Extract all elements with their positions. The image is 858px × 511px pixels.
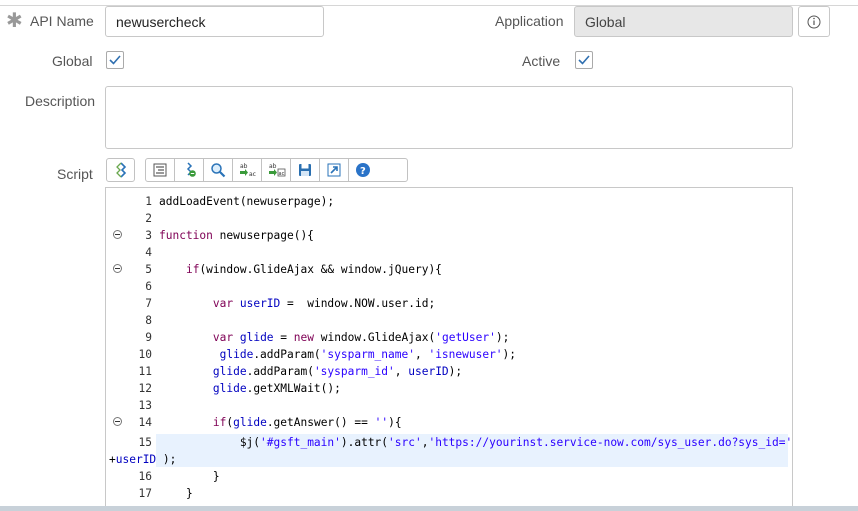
- line-number: 14: [138, 416, 152, 429]
- format-code-icon: [153, 163, 167, 177]
- replace-all-icon: ab ac: [269, 163, 286, 177]
- line-number: 6: [145, 280, 152, 293]
- fold-toggle-icon[interactable]: [113, 417, 122, 426]
- script-label: Script: [57, 166, 93, 182]
- application-field: Global: [574, 6, 793, 37]
- toggle-syntax-button[interactable]: [106, 158, 135, 182]
- code-line[interactable]: 4: [106, 244, 792, 261]
- svg-text:?: ?: [360, 166, 366, 177]
- help-icon: ?: [356, 163, 370, 177]
- line-number: 16: [138, 470, 152, 483]
- replace-icon: ab ac: [240, 163, 256, 178]
- replace-all-button[interactable]: ab ac: [262, 159, 291, 181]
- description-textarea[interactable]: [105, 86, 793, 149]
- code-text: }: [159, 487, 193, 500]
- line-number: 17: [138, 487, 152, 500]
- line-number: 10: [138, 348, 152, 361]
- comment-toggle-icon: [186, 162, 196, 177]
- code-line[interactable]: 1 addLoadEvent(newuserpage);: [106, 193, 792, 210]
- fold-toggle-icon[interactable]: [113, 264, 122, 273]
- code-line[interactable]: 9 var glide = new window.GlideAjax('getU…: [106, 329, 792, 346]
- line-number: 8: [145, 314, 152, 327]
- replace-button[interactable]: ab ac: [233, 159, 262, 181]
- script-editor[interactable]: 1 addLoadEvent(newuserpage); 2 3 function ne…: [105, 187, 793, 511]
- line-number: 11: [138, 365, 152, 378]
- svg-text:ab: ab: [240, 163, 248, 170]
- code-text: $j('#gsft_main').attr('src','https://you…: [159, 436, 793, 449]
- code-line[interactable]: 5 if(window.GlideAjax && window.jQuery){: [106, 261, 792, 278]
- script-toolbar: ab ac ab ac ?: [145, 158, 408, 182]
- svg-text:ab: ab: [269, 163, 277, 170]
- code-line[interactable]: +userID );: [106, 451, 792, 468]
- api-name-input[interactable]: newusercheck: [105, 6, 324, 37]
- code-text: }: [159, 470, 220, 483]
- global-label: Global: [52, 53, 93, 69]
- fullscreen-button[interactable]: [320, 159, 349, 181]
- help-button[interactable]: ?: [349, 159, 378, 181]
- code-line[interactable]: 11 glide.addParam('sysparm_id', userID);: [106, 363, 792, 380]
- code-text: if(glide.getAnswer() == ''){: [212, 416, 402, 429]
- code-text: var userID = window.NOW.user.id;: [212, 297, 436, 310]
- line-number: 5: [145, 263, 152, 276]
- line-number: 1: [145, 195, 152, 208]
- line-number: 3: [145, 229, 152, 242]
- code-line[interactable]: 2: [106, 210, 792, 227]
- code-line[interactable]: 17 }: [106, 485, 792, 502]
- application-label: Application: [495, 13, 564, 29]
- save-icon: [299, 164, 311, 176]
- description-label: Description: [25, 93, 96, 109]
- search-button[interactable]: [204, 159, 233, 181]
- line-number: 7: [145, 297, 152, 310]
- required-indicator-icon: ✱: [6, 10, 23, 32]
- checkmark-icon: [109, 55, 121, 65]
- checkmark-icon: [578, 55, 590, 65]
- code-line[interactable]: 3 function newuserpage(){: [106, 227, 792, 244]
- active-checkbox[interactable]: [575, 51, 593, 69]
- code-line[interactable]: 12 glide.getXMLWait();: [106, 380, 792, 397]
- code-line[interactable]: 15 $j('#gsft_main').attr('src','https://…: [106, 434, 792, 451]
- line-number: 4: [145, 246, 152, 259]
- fullscreen-icon: [327, 163, 341, 177]
- code-line[interactable]: 13: [106, 397, 792, 414]
- code-line[interactable]: 8: [106, 312, 792, 329]
- code-line[interactable]: 7 var userID = window.NOW.user.id;: [106, 295, 792, 312]
- line-number: 9: [145, 331, 152, 344]
- code-text: glide.addParam('sysparm_id', userID);: [212, 365, 463, 378]
- svg-text:ac: ac: [249, 171, 256, 178]
- code-line[interactable]: 10 glide.addParam('sysparm_name', 'isnew…: [106, 346, 792, 363]
- code-line[interactable]: 14 if(glide.getAnswer() == ''){: [106, 414, 792, 431]
- code-text: var glide = new window.GlideAjax('getUse…: [212, 331, 510, 344]
- format-code-button[interactable]: [146, 159, 175, 181]
- code-text: addLoadEvent(newuserpage);: [159, 195, 335, 208]
- api-name-label: API Name: [30, 13, 94, 29]
- code-text: function newuserpage(){: [159, 229, 314, 242]
- code-text: if(window.GlideAjax && window.jQuery){: [185, 263, 442, 276]
- toggle-syntax-icon: [116, 162, 127, 178]
- global-checkbox[interactable]: [106, 51, 124, 69]
- code-text: glide.getXMLWait();: [212, 382, 341, 395]
- save-button[interactable]: [291, 159, 320, 181]
- bottom-scrollbar-track[interactable]: [0, 506, 858, 511]
- code-text: glide.addParam('sysparm_name', 'isnewuse…: [219, 348, 517, 361]
- svg-text:ac: ac: [279, 171, 285, 177]
- info-icon: [807, 15, 821, 29]
- code-line[interactable]: 6: [106, 278, 792, 295]
- line-number: 13: [138, 399, 152, 412]
- comment-toggle-button[interactable]: [175, 159, 204, 181]
- code-text: +userID );: [109, 453, 177, 466]
- line-number: 15: [138, 436, 152, 449]
- active-label: Active: [522, 53, 561, 69]
- code-line[interactable]: 16 }: [106, 468, 792, 485]
- search-icon: [211, 163, 226, 178]
- line-number: 2: [145, 212, 152, 225]
- fold-toggle-icon[interactable]: [113, 230, 122, 239]
- line-number: 12: [138, 382, 152, 395]
- application-info-button[interactable]: [798, 6, 830, 37]
